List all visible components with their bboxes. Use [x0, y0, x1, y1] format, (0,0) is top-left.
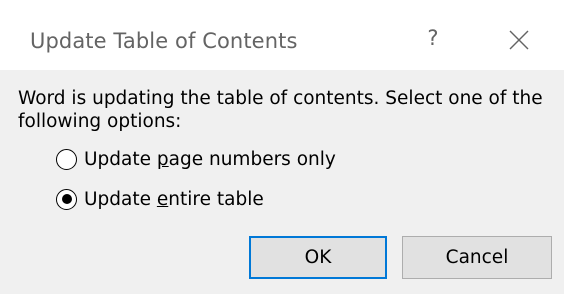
label-pre: Update	[84, 148, 157, 170]
radio-selected-dot	[61, 194, 72, 204]
mnemonic-p: p	[156, 148, 169, 170]
label-pre: Update	[84, 188, 157, 210]
label-post: ntire table	[168, 188, 264, 210]
label-post: age numbers only	[168, 148, 336, 170]
radio-update-page-numbers[interactable]	[56, 148, 77, 170]
dialog-message: Word is updating the table of contents. …	[18, 88, 543, 132]
option-label-update-entire-table: Update entire table	[84, 189, 264, 210]
ok-button[interactable]: OK	[249, 236, 387, 279]
option-update-page-numbers[interactable]: Update page numbers only	[56, 145, 336, 173]
dialog-title: Update Table of Contents	[30, 29, 298, 53]
dialog-titlebar: Update Table of Contents ?	[0, 0, 564, 70]
mnemonic-e: e	[156, 188, 169, 210]
help-button[interactable]: ?	[418, 18, 448, 58]
update-toc-dialog: Update Table of Contents ? Word is updat…	[0, 0, 564, 294]
option-label-update-page-numbers: Update page numbers only	[84, 149, 336, 170]
close-button[interactable]	[497, 18, 541, 62]
option-update-entire-table[interactable]: Update entire table	[56, 185, 264, 213]
close-icon	[509, 30, 529, 50]
cancel-button[interactable]: Cancel	[402, 236, 552, 279]
radio-update-entire-table[interactable]	[56, 188, 77, 210]
